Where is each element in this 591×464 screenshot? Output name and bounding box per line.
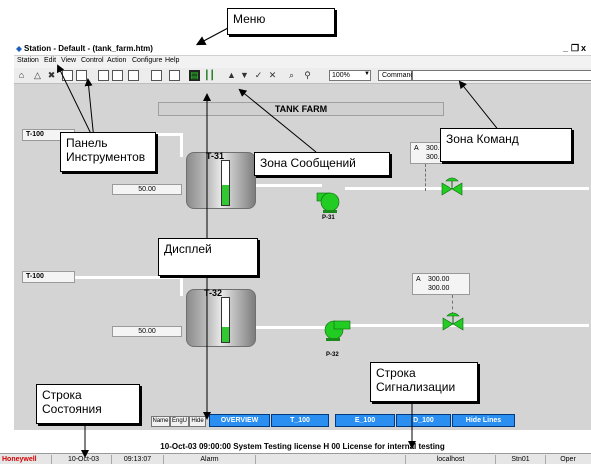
status-date: 10-Oct-03 [56,455,112,464]
status-host: localhost [406,455,496,464]
acknowledge-icon[interactable]: ✖ [46,70,57,81]
callout-display: Дисплей [158,238,258,276]
page-forward-icon[interactable] [76,70,87,81]
station-icon [16,46,22,52]
status-time: 09:13:07 [112,455,164,464]
name-button[interactable]: Name [151,416,170,427]
command-label: Command [378,70,414,81]
status-station: Stn01 [496,455,546,464]
status-blank [256,455,406,464]
pump-label-p32: P-32 [326,352,339,358]
page-back-icon[interactable] [62,70,73,81]
status-mode: Oper [560,456,576,463]
level-value-1[interactable]: 50.00 [112,184,182,195]
menu-action[interactable]: Action [107,57,126,64]
e100-button[interactable]: E_100 [335,414,395,427]
pump-label-p31: P-31 [322,215,335,221]
d100-button[interactable]: D_100 [396,414,451,427]
down-arrow-icon[interactable]: ▼ [239,70,250,81]
group-icon[interactable]: ┃┃ [204,70,215,81]
pipe [345,187,589,190]
pump-icon[interactable] [315,190,345,216]
menu-control[interactable]: Control [81,57,104,64]
minimize-button[interactable]: _ [562,43,571,53]
toolbar: ⌂ △ ✖ ▤ ┃┃ ▲ ▼ ✓ ✕ ⌕ ⚲ 100% ▼ Command ▼ [14,68,591,84]
hide-button[interactable]: Hide [189,416,206,427]
station-icon[interactable]: ⌂ [16,70,27,81]
menu-help[interactable]: Help [165,57,179,64]
pipe [180,276,183,296]
t100-button[interactable]: T_100 [271,414,329,427]
menu-view[interactable]: View [61,57,76,64]
chevron-down-icon[interactable]: ▼ [364,71,370,77]
close-button[interactable]: x [580,43,589,53]
level-gauge-t31 [221,160,230,206]
alarm-flag: A [416,276,421,283]
display-banner: TANK FARM [158,102,444,116]
menu-bar: Station Edit View Control Action Configu… [14,56,591,68]
menu-configure[interactable]: Configure [132,57,162,64]
status-alarm[interactable]: Alarm [164,455,256,464]
level-fill-t32 [222,326,229,342]
callout-menu: Меню [227,8,335,35]
callout-status-line: Строка Состояния [36,384,140,424]
window-controls: _❐x [562,43,589,54]
pump-icon[interactable] [322,318,354,344]
find-icon[interactable]: ⌕ [286,70,297,81]
window-title: Station - Default - (tank_farm.htm) [24,44,153,53]
callout-messages: Зона Сообщений [254,152,390,176]
valve-icon[interactable] [441,312,465,334]
callout-alarm-line: Строка Сигнализации [370,362,478,402]
save-icon[interactable] [112,70,123,81]
tag-t100-2[interactable]: T-100 [22,271,75,283]
cancel-icon[interactable]: ✕ [267,70,278,81]
hide-lines-button[interactable]: Hide Lines [452,414,515,427]
faceplate-icon[interactable] [151,70,162,81]
status-bar: Honeywell 10-Oct-03 09:13:07 Alarm local… [0,453,591,464]
up-arrow-icon[interactable]: ▲ [226,70,237,81]
trend-icon[interactable] [98,70,109,81]
check-icon[interactable]: ✓ [253,70,264,81]
print-icon[interactable] [128,70,139,81]
alarm-message-line[interactable]: 10-Oct-03 09:00:00 System Testing licens… [14,440,591,453]
report-icon[interactable] [169,70,180,81]
engu-button[interactable]: EngU [170,416,189,427]
menu-station[interactable]: Station [17,57,39,64]
pipe [66,276,180,279]
level-fill-t31 [222,185,229,205]
alarm-value: 300.00 [428,285,450,292]
callout-commands: Зона Команд [440,128,572,162]
tank-label-t32: T-32 [204,288,223,298]
pipe [350,324,589,327]
menu-edit[interactable]: Edit [44,57,56,64]
alarm-flag: A [414,145,419,152]
pipe [180,133,183,157]
pipe [256,184,322,187]
level-gauge-t32 [221,297,230,343]
maximize-button[interactable]: ❐ [571,43,580,54]
valve-icon[interactable] [440,177,464,199]
pipe [256,326,326,329]
overview-button[interactable]: OVERVIEW [209,414,270,427]
command-input[interactable] [412,70,591,81]
console-icon[interactable]: ▤ [189,70,200,81]
level-value-2[interactable]: 50.00 [112,326,182,337]
signal-line [425,164,426,191]
zoom-icon[interactable]: ⚲ [302,70,313,81]
zoom-value: 100% [332,72,350,79]
alarm-value: 300.00 [428,276,450,283]
brand-logo: Honeywell [2,455,52,464]
alarm-setpoint-2[interactable]: A 300.00 300.00 [412,273,470,295]
callout-toolbar: Панель Инструментов [60,132,156,172]
alarm-triangle-icon[interactable]: △ [32,70,43,81]
window-titlebar: Station - Default - (tank_farm.htm) _❐x [14,43,591,56]
